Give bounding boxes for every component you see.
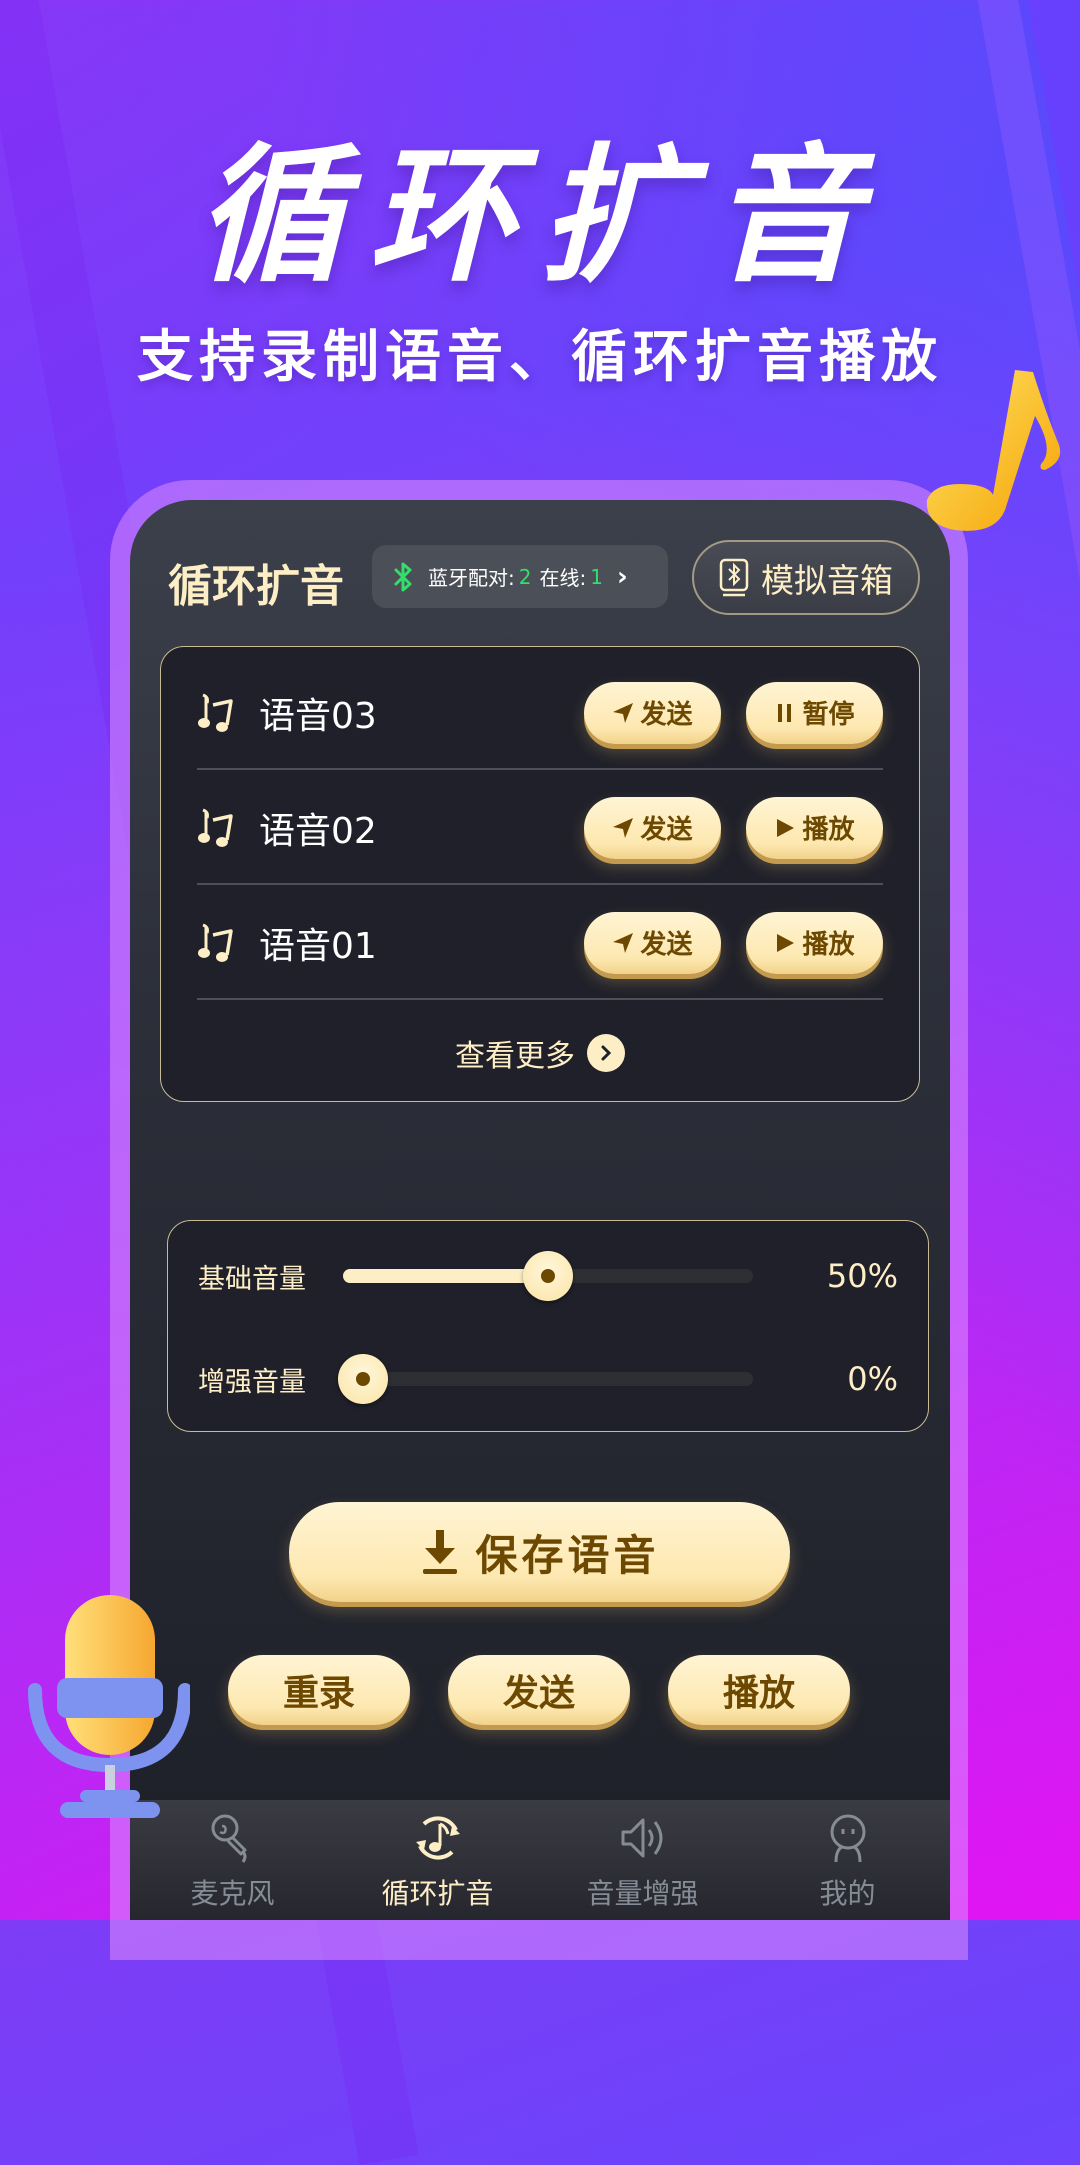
bottom-nav: 麦克风 循环扩音 音量增强 我的 [130,1800,950,1920]
list-item: 语音03 发送 暂停 [197,655,883,770]
simulated-speaker-label: 模拟音箱 [761,560,893,600]
boost-volume-row: 增强音量 0% [198,1349,898,1409]
play-label: 播放 [802,930,855,960]
microphone-decoration-icon [28,1595,190,1818]
nav-label: 音量增强 [586,1877,699,1910]
online-label: 在线: [539,566,587,590]
boost-volume-slider[interactable] [338,1354,753,1404]
base-volume-value: 50% [826,1257,898,1295]
play-button[interactable]: 播放 [746,911,883,974]
music-note-decoration-icon [926,370,1061,531]
recording-name: 语音01 [259,925,377,967]
send-label: 发送 [640,700,693,730]
nav-tab-profile[interactable]: 我的 [745,1800,950,1920]
boost-volume-value: 0% [847,1360,898,1398]
send-icon [613,702,634,723]
paired-count: 2 [518,564,532,589]
music-note-icon [198,808,233,847]
pause-icon [778,703,792,722]
divider [197,998,883,1000]
send-icon [613,932,634,953]
nav-label: 麦克风 [190,1877,275,1910]
download-icon [423,1530,458,1574]
slider-fill [343,1269,548,1283]
recording-name: 语音02 [259,810,377,852]
send-recording-button[interactable]: 发送 [448,1655,630,1725]
online-count: 1 [590,564,603,589]
recordings-list: 语音03 发送 暂停 语音02 发送 播放 语音01 发送 播放 查看更多 [160,646,920,1102]
pause-label: 暂停 [802,700,855,730]
phone-screen: 循环扩音 蓝牙配对: 2 在线: 1 › 模拟音箱 语音03 发送 暂停 语音0… [130,500,950,1920]
paired-label: 蓝牙配对: [428,566,515,590]
list-item: 语音01 发送 播放 [197,885,883,1000]
save-label: 保存语音 [475,1530,660,1580]
send-button[interactable]: 发送 [584,911,721,974]
music-note-icon [198,923,233,962]
bluetooth-speaker-icon [719,558,749,596]
speaker-icon [621,1818,662,1858]
page-title: 循环扩音 [168,561,344,612]
base-volume-slider[interactable] [343,1251,753,1301]
rerecord-button[interactable]: 重录 [228,1655,410,1725]
play-recording-button[interactable]: 播放 [668,1655,850,1725]
nav-label: 循环扩音 [381,1877,494,1910]
boost-volume-label: 增强音量 [198,1366,306,1398]
base-volume-row: 基础音量 50% [198,1246,898,1306]
send-label: 发送 [640,930,693,960]
send-button[interactable]: 发送 [584,796,721,859]
bluetooth-icon [394,562,412,591]
see-more-label: 查看更多 [455,1039,575,1074]
recording-name: 语音03 [259,695,377,737]
microphone-icon [211,1814,246,1863]
send-button[interactable]: 发送 [584,681,721,744]
play-label: 播放 [802,815,855,845]
volume-panel: 基础音量 50% 增强音量 0% [167,1220,929,1432]
play-icon [777,818,795,837]
hero-title: 循环扩音 [196,130,884,302]
loop-music-icon [415,1816,460,1860]
play-button[interactable]: 播放 [746,796,883,859]
play-icon [777,933,795,952]
profile-icon [830,1814,865,1863]
see-more-link[interactable]: 查看更多 [161,1031,919,1075]
nav-tab-loop[interactable]: 循环扩音 [335,1800,540,1920]
slider-thumb[interactable] [338,1354,388,1404]
simulated-speaker-button[interactable]: 模拟音箱 [692,540,920,615]
chevron-right-icon: › [616,561,628,592]
nav-tab-volume-boost[interactable]: 音量增强 [540,1800,745,1920]
send-label: 发送 [640,815,693,845]
save-recording-button[interactable]: 保存语音 [289,1502,790,1602]
bluetooth-status-button[interactable]: 蓝牙配对: 2 在线: 1 › [372,545,668,608]
pause-button[interactable]: 暂停 [746,681,883,744]
slider-thumb[interactable] [523,1251,573,1301]
send-icon [613,817,634,838]
chevron-right-icon [587,1034,625,1072]
list-item: 语音02 发送 播放 [197,770,883,885]
base-volume-label: 基础音量 [198,1263,306,1295]
nav-label: 我的 [819,1877,876,1910]
music-note-icon [198,693,233,732]
